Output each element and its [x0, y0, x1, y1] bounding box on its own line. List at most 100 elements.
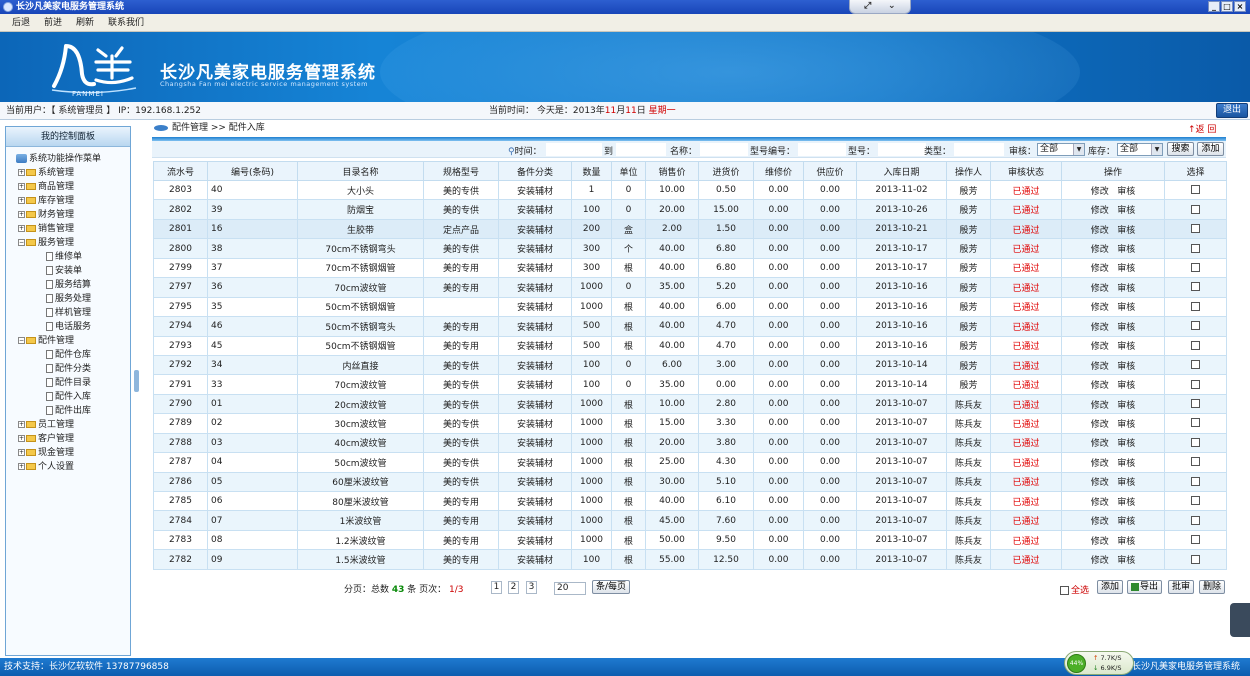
row-checkbox[interactable] [1191, 243, 1200, 253]
expand-icon[interactable]: + [18, 169, 25, 176]
search-button[interactable]: 搜索 [1167, 142, 1194, 156]
table-row[interactable]: 2797 36 70cm波纹管 美的专用 安装辅材 1000 0 35.00 5.20 0.00 0… [153, 277, 1227, 298]
sidebar-group-10[interactable]: + 个人设置 [18, 461, 74, 474]
expand-icon[interactable]: + [18, 449, 25, 456]
model-filter-input[interactable] [878, 143, 926, 156]
edit-link[interactable]: 修改 [1091, 478, 1109, 488]
table-row[interactable]: 2789 02 30cm波纹管 美的专供 安装辅材 1000 根 15.00 3.30 0.00 0… [153, 413, 1227, 434]
delete-button[interactable]: 删除 [1199, 580, 1225, 594]
table-row[interactable]: 2790 01 20cm波纹管 美的专供 安装辅材 1000 根 10.00 2.80 0.00 0… [153, 393, 1227, 415]
row-checkbox[interactable] [1191, 282, 1200, 292]
page-2-link[interactable]: 2 [508, 581, 519, 594]
sidebar-item-6-1[interactable]: 配件分类 [46, 363, 91, 376]
stock-filter-select[interactable]: 全部 ▼ [1117, 143, 1163, 156]
menu-tree-root[interactable]: 系统功能操作菜单 [16, 153, 101, 166]
back-link[interactable]: ↑返 回 [1188, 122, 1216, 135]
audit-link[interactable]: 审核 [1117, 478, 1135, 488]
row-checkbox[interactable] [1191, 418, 1200, 428]
maximize-button[interactable]: □ [1221, 1, 1233, 12]
expand-icon[interactable]: + [18, 183, 25, 190]
sidebar-item-6-4[interactable]: 配件出库 [46, 405, 91, 418]
audit-link[interactable]: 审核 [1117, 245, 1135, 255]
row-checkbox[interactable] [1191, 476, 1200, 486]
edit-link[interactable]: 修改 [1091, 459, 1109, 469]
batch-audit-button[interactable]: 批审 [1168, 580, 1194, 594]
table-row[interactable]: 2788 03 40cm波纹管 美的专供 安装辅材 1000 根 20.00 3.80 0.00 0… [153, 432, 1227, 454]
row-checkbox[interactable] [1191, 301, 1200, 311]
audit-link[interactable]: 审核 [1117, 323, 1135, 333]
row-checkbox[interactable] [1191, 379, 1200, 389]
time-end-input[interactable] [616, 143, 666, 156]
menu-back[interactable]: 后退 [12, 14, 30, 32]
table-row[interactable]: 2802 39 防烟宝 美的专供 安装辅材 100 0 20.00 15.00 0.00 0.00 2… [153, 199, 1227, 220]
sidebar-group-9[interactable]: + 现金管理 [18, 447, 74, 460]
table-row[interactable]: 2784 07 1米波纹管 美的专用 安装辅材 1000 根 45.00 7.60 0.00 0.0… [153, 510, 1227, 531]
audit-link[interactable]: 审核 [1117, 459, 1135, 469]
time-start-input[interactable] [546, 143, 602, 156]
edit-link[interactable]: 修改 [1091, 537, 1109, 547]
bottom-add-button[interactable]: 添加 [1097, 580, 1123, 594]
sidebar-item-5-0[interactable]: 维修单 [46, 251, 82, 264]
table-row[interactable]: 2792 34 内丝直接 美的专供 安装辅材 100 0 6.00 3.00 0.00 0.00 20… [153, 354, 1227, 376]
row-checkbox[interactable] [1191, 554, 1200, 564]
menu-contact[interactable]: 联系我们 [108, 14, 144, 32]
export-button[interactable]: 导出 [1127, 580, 1162, 594]
edit-link[interactable]: 修改 [1091, 226, 1109, 236]
expand-icon[interactable]: + [18, 197, 25, 204]
edit-link[interactable]: 修改 [1091, 245, 1109, 255]
audit-link[interactable]: 审核 [1117, 206, 1135, 216]
remote-toolbar[interactable]: ⤢ ⌄ [849, 0, 911, 14]
edit-link[interactable]: 修改 [1091, 401, 1109, 411]
add-button[interactable]: 添加 [1197, 142, 1224, 156]
table-row[interactable]: 2786 05 60厘米波纹管 美的专供 安装辅材 1000 根 30.00 5.10 0.00 0… [153, 471, 1227, 493]
collapse-icon[interactable]: − [18, 337, 25, 344]
sidebar-item-5-4[interactable]: 样机管理 [46, 307, 91, 320]
sidebar-group-7[interactable]: + 员工管理 [18, 419, 74, 432]
row-checkbox[interactable] [1191, 262, 1200, 272]
logout-button[interactable]: 退出 [1216, 103, 1248, 118]
row-checkbox[interactable] [1191, 185, 1200, 195]
per-page-input[interactable]: 20 [554, 582, 586, 595]
audit-link[interactable]: 审核 [1117, 537, 1135, 547]
expand-icon[interactable]: + [18, 463, 25, 470]
edit-link[interactable]: 修改 [1091, 206, 1109, 216]
close-button[interactable]: × [1234, 1, 1246, 12]
minimize-button[interactable]: _ [1208, 1, 1220, 12]
select-all[interactable]: 全选 [1060, 583, 1089, 596]
sidebar-group-6[interactable]: − 配件管理 [18, 335, 74, 348]
audit-link[interactable]: 审核 [1117, 381, 1135, 391]
row-checkbox[interactable] [1191, 457, 1200, 467]
type-filter-input[interactable] [954, 143, 1004, 156]
row-checkbox[interactable] [1191, 437, 1200, 447]
edit-link[interactable]: 修改 [1091, 284, 1109, 294]
edit-link[interactable]: 修改 [1091, 420, 1109, 430]
menu-forward[interactable]: 前进 [44, 14, 62, 32]
table-row[interactable]: 2794 46 50cm不锈钢弯头 美的专用 安装辅材 500 根 40.00 4.70 0.00… [153, 316, 1227, 337]
fullscreen-icon[interactable]: ⤢ [864, 0, 871, 13]
chevron-down-icon[interactable]: ⌄ [888, 0, 896, 13]
table-row[interactable]: 2793 45 50cm不锈钢烟管 美的专用 安装辅材 500 根 40.00 4.70 0.00… [153, 335, 1227, 356]
edit-link[interactable]: 修改 [1091, 323, 1109, 333]
table-row[interactable]: 2800 38 70cm不锈钢弯头 美的专供 安装辅材 300 个 40.00 6.80 0.00… [153, 238, 1227, 259]
name-filter-input[interactable] [700, 143, 748, 156]
sidebar-group-8[interactable]: + 客户管理 [18, 433, 74, 446]
row-checkbox[interactable] [1191, 496, 1200, 506]
sidebar-group-4[interactable]: + 销售管理 [18, 223, 74, 236]
edit-link[interactable]: 修改 [1091, 362, 1109, 372]
sidebar-group-0[interactable]: + 系统管理 [18, 167, 74, 180]
audit-link[interactable]: 审核 [1117, 420, 1135, 430]
edit-link[interactable]: 修改 [1091, 556, 1109, 566]
table-row[interactable]: 2782 09 1.5米波纹管 美的专用 安装辅材 100 根 55.00 12.50 0.00 0… [153, 549, 1227, 570]
sidebar-group-1[interactable]: + 商品管理 [18, 181, 74, 194]
audit-link[interactable]: 审核 [1117, 517, 1135, 527]
edit-link[interactable]: 修改 [1091, 517, 1109, 527]
sidebar-item-5-2[interactable]: 服务结算 [46, 279, 91, 292]
row-checkbox[interactable] [1191, 340, 1200, 350]
audit-link[interactable]: 审核 [1117, 264, 1135, 274]
expand-icon[interactable]: + [18, 211, 25, 218]
side-tool-tab[interactable] [1230, 603, 1250, 637]
network-monitor-widget[interactable]: 44% ↑ 7.7K/S ↓ 6.9K/S [1064, 651, 1134, 675]
audit-link[interactable]: 审核 [1117, 284, 1135, 294]
sidebar-item-6-0[interactable]: 配件仓库 [46, 349, 91, 362]
expand-icon[interactable]: + [18, 225, 25, 232]
